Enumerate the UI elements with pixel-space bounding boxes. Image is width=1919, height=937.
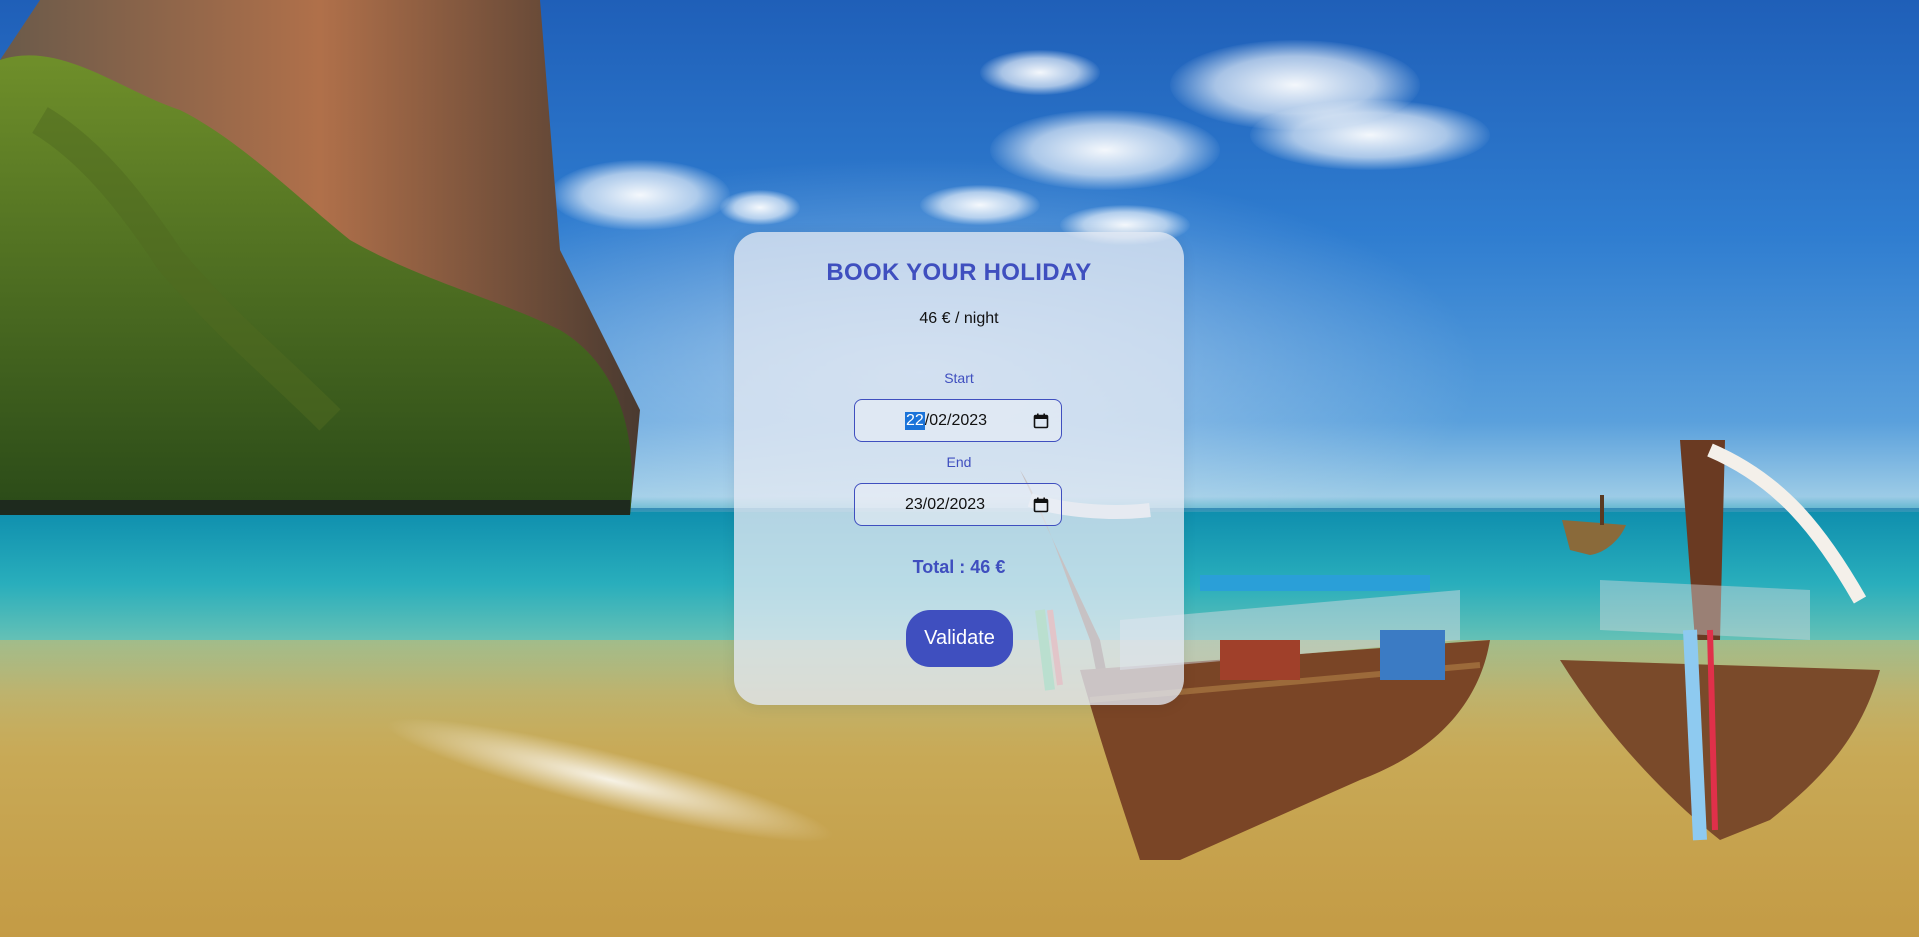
end-date-value: 23/02/2023 [905,496,986,513]
booking-card: BOOK YOUR HOLIDAY 46 € / night Start 22/… [734,232,1184,705]
total-price: Total : 46 € [912,557,1006,577]
cloud [990,110,1220,190]
start-date-day-segment[interactable]: 22 [905,412,925,430]
limestone-cliff [0,0,640,516]
cloud [1250,100,1490,170]
cloud [920,185,1040,225]
cloud [980,50,1100,95]
cloud [720,190,800,225]
end-date-label: End [946,454,972,470]
calendar-icon[interactable] [1033,413,1049,429]
validate-button[interactable]: Validate [906,610,1013,667]
price-per-night: 46 € / night [919,310,999,327]
distant-boat [1562,495,1626,555]
start-date-label: Start [944,370,974,386]
start-date-input[interactable]: 22/02/2023 [854,399,1062,442]
page-title: BOOK YOUR HOLIDAY [826,259,1092,286]
start-date-month-year-segment[interactable]: /02/2023 [925,412,987,430]
end-date-input[interactable]: 23/02/2023 [854,483,1062,526]
calendar-icon[interactable] [1033,497,1049,513]
start-date-value: 22/02/2023 [905,412,987,430]
